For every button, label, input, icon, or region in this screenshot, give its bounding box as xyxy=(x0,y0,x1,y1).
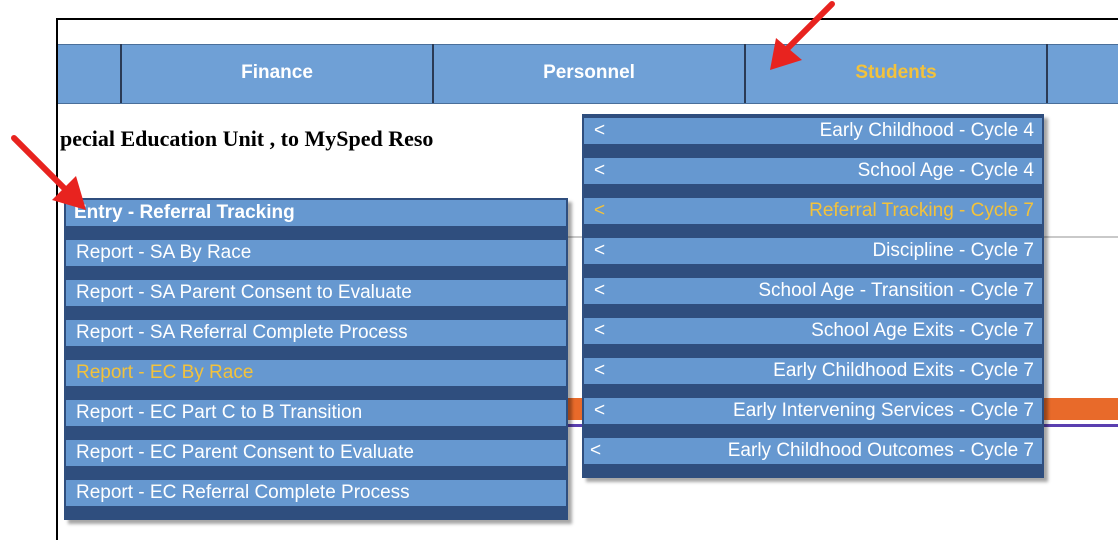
menu-item-early-childhood-outcomes-cycle-7[interactable]: < Early Childhood Outcomes - Cycle 7 xyxy=(584,438,1042,464)
submenu-arrow-icon: < xyxy=(590,440,602,461)
menu-item-report-sa-parent-consent[interactable]: Report - SA Parent Consent to Evaluate xyxy=(66,280,566,306)
nav-separator xyxy=(1046,44,1048,103)
menu-item-report-sa-referral-complete[interactable]: Report - SA Referral Complete Process xyxy=(66,320,566,346)
menu-item-label: Entry - Referral Tracking xyxy=(74,202,295,223)
nav-item-finance[interactable]: Finance xyxy=(122,44,432,102)
menu-item-entry-referral-tracking[interactable]: Entry - Referral Tracking xyxy=(66,200,566,226)
submenu-arrow-icon: < xyxy=(594,280,606,301)
menu-item-report-ec-referral-complete[interactable]: Report - EC Referral Complete Process xyxy=(66,480,566,506)
menu-item-school-age-cycle-4[interactable]: < School Age - Cycle 4 xyxy=(584,158,1042,184)
menu-item-label: School Age Exits - Cycle 7 xyxy=(811,320,1034,341)
menu-item-label: School Age - Cycle 4 xyxy=(857,160,1034,181)
menu-item-label: Report - SA Parent Consent to Evaluate xyxy=(76,282,412,303)
submenu-arrow-icon: < xyxy=(594,120,606,141)
menu-item-referral-tracking-cycle-7[interactable]: < Referral Tracking - Cycle 7 xyxy=(584,198,1042,224)
referral-submenu: Entry - Referral Tracking Report - SA By… xyxy=(64,198,568,520)
submenu-arrow-icon: < xyxy=(594,160,606,181)
menu-item-label: Report - EC Part C to B Transition xyxy=(76,402,363,423)
menu-item-report-ec-by-race[interactable]: Report - EC By Race xyxy=(66,360,566,386)
red-arrow-icon xyxy=(770,1,835,70)
menu-item-report-ec-parent-consent[interactable]: Report - EC Parent Consent to Evaluate xyxy=(66,440,566,466)
menu-item-early-childhood-exits-cycle-7[interactable]: < Early Childhood Exits - Cycle 7 xyxy=(584,358,1042,384)
submenu-arrow-icon: < xyxy=(594,400,606,421)
red-arrow-icon xyxy=(11,135,86,210)
page-heading: pecial Education Unit , to MySped Reso xyxy=(60,126,434,151)
menu-item-label: Report - SA Referral Complete Process xyxy=(76,322,408,343)
menu-item-label: Early Intervening Services - Cycle 7 xyxy=(733,400,1034,421)
menu-item-report-ec-part-c-to-b[interactable]: Report - EC Part C to B Transition xyxy=(66,400,566,426)
submenu-arrow-icon: < xyxy=(594,200,606,221)
menu-item-label: Report - EC By Race xyxy=(76,362,254,383)
menu-item-label: School Age - Transition - Cycle 7 xyxy=(758,280,1034,301)
menu-item-school-age-exits-cycle-7[interactable]: < School Age Exits - Cycle 7 xyxy=(584,318,1042,344)
submenu-arrow-icon: < xyxy=(594,240,606,261)
menu-item-label: Early Childhood Exits - Cycle 7 xyxy=(773,360,1034,381)
menu-item-label: Report - SA By Race xyxy=(76,242,252,263)
students-submenu: < Early Childhood - Cycle 4 < School Age… xyxy=(582,114,1044,478)
menu-item-early-childhood-cycle-4[interactable]: < Early Childhood - Cycle 4 xyxy=(584,118,1042,144)
menu-item-early-intervening-services-cycle-7[interactable]: < Early Intervening Services - Cycle 7 xyxy=(584,398,1042,424)
menu-item-label: Early Childhood - Cycle 4 xyxy=(819,120,1034,141)
menu-item-label: Report - EC Referral Complete Process xyxy=(76,482,410,503)
menu-item-report-sa-by-race[interactable]: Report - SA By Race xyxy=(66,240,566,266)
nav-item-personnel[interactable]: Personnel xyxy=(434,44,744,102)
submenu-arrow-icon: < xyxy=(594,320,606,341)
menu-item-label: Early Childhood Outcomes - Cycle 7 xyxy=(727,440,1034,461)
menu-item-label: Referral Tracking - Cycle 7 xyxy=(809,200,1034,221)
menu-item-discipline-cycle-7[interactable]: < Discipline - Cycle 7 xyxy=(584,238,1042,264)
menu-item-label: Report - EC Parent Consent to Evaluate xyxy=(76,442,414,463)
menu-item-label: Discipline - Cycle 7 xyxy=(872,240,1034,261)
submenu-arrow-icon: < xyxy=(594,360,606,381)
menu-item-school-age-transition-cycle-7[interactable]: < School Age - Transition - Cycle 7 xyxy=(584,278,1042,304)
